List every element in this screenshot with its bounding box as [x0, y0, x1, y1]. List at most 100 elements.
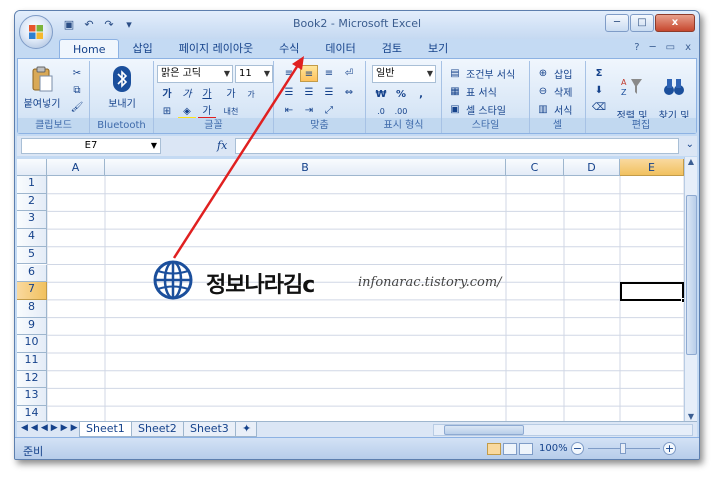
save-icon[interactable]: ▣ [61, 18, 77, 32]
tab-insert[interactable]: 삽입 [119, 39, 165, 59]
row-header[interactable]: 1 [17, 176, 47, 194]
number-format-select[interactable]: 일반 ▼ [372, 65, 436, 83]
insert-sheet-icon[interactable]: ✦ [235, 422, 257, 437]
column-header-c[interactable]: C [506, 159, 564, 176]
format-cells-button[interactable]: ▥ 서식 [534, 101, 572, 118]
zoom-out-button[interactable]: − [571, 442, 584, 455]
help-icon[interactable]: ? [634, 42, 639, 53]
sheet-tab-1[interactable]: Sheet1 [79, 422, 132, 437]
grow-font-button[interactable]: 가 [222, 86, 240, 103]
close-button[interactable]: x [655, 14, 695, 32]
align-center-icon[interactable]: ☰ [300, 84, 318, 101]
delete-cells-label: 삭제 [554, 88, 573, 99]
percent-button[interactable]: % [392, 86, 410, 103]
merge-center-icon[interactable]: ⇔ [340, 84, 358, 101]
expand-formula-bar-icon[interactable]: ⌄ [686, 139, 694, 150]
clear-icon[interactable]: ⌫ [590, 99, 608, 116]
underline-button[interactable]: 가 [198, 86, 216, 103]
row-header[interactable]: 12 [17, 370, 47, 389]
column-header-b[interactable]: B [105, 159, 506, 176]
fill-icon[interactable]: ⬇ [590, 82, 608, 99]
row-header[interactable]: 9 [17, 317, 47, 336]
vertical-scrollbar[interactable]: ▲ ▼ [684, 157, 697, 421]
align-middle-icon[interactable]: ≡ [300, 65, 318, 82]
font-name-select[interactable]: 맑은 고딕 ▼ [157, 65, 233, 83]
align-left-icon[interactable]: ☰ [280, 84, 298, 101]
vertical-scroll-thumb[interactable] [686, 195, 697, 355]
format-painter-icon[interactable]: 🖌 [68, 99, 86, 116]
copy-icon[interactable]: ⧉ [68, 82, 86, 99]
sheet-navigation-arrows[interactable]: ◀◀◀▶▶▶ [21, 423, 81, 433]
cut-icon[interactable]: ✂ [68, 65, 86, 82]
normal-view-icon[interactable] [487, 443, 501, 455]
align-top-icon[interactable]: ≡ [280, 65, 298, 82]
currency-button[interactable]: ₩ [372, 86, 390, 103]
shrink-font-button[interactable]: 가 [242, 86, 260, 103]
tab-page-layout[interactable]: 페이지 레이아웃 [166, 39, 266, 59]
tab-home[interactable]: Home [59, 39, 120, 59]
minimize-button[interactable]: ─ [605, 14, 629, 32]
row-header[interactable]: 3 [17, 211, 47, 230]
table-icon: ▦ [450, 86, 460, 97]
formula-input[interactable] [235, 138, 679, 154]
sheet-tab-3[interactable]: Sheet3 [183, 422, 236, 437]
tab-review[interactable]: 검토 [369, 39, 415, 59]
sheet-tab-2[interactable]: Sheet2 [131, 422, 184, 437]
align-right-icon[interactable]: ☰ [320, 84, 338, 101]
align-bottom-icon[interactable]: ≡ [320, 65, 338, 82]
conditional-format-button[interactable]: ▤ 조건부 서식 [446, 65, 515, 82]
row-header[interactable]: 13 [17, 388, 47, 407]
format-as-table-button[interactable]: ▦ 표 서식 [446, 83, 497, 100]
row-header[interactable]: 6 [17, 264, 47, 283]
scroll-up-icon[interactable]: ▲ [685, 157, 697, 166]
redo-icon[interactable]: ↷ [101, 18, 117, 32]
page-layout-view-icon[interactable] [503, 443, 517, 455]
row-header[interactable]: 11 [17, 353, 47, 371]
row-header-selected[interactable]: 7 [17, 282, 47, 300]
autosum-button[interactable]: Σ [590, 65, 608, 82]
workbook-close-button[interactable]: x [685, 42, 691, 53]
select-all-corner[interactable] [17, 159, 47, 176]
bold-button[interactable]: 가 [158, 86, 176, 103]
zoom-level[interactable]: 100% [539, 443, 568, 454]
increase-indent-icon[interactable]: ⇥ [300, 102, 318, 119]
delete-cells-button[interactable]: ⊖ 삭제 [534, 83, 573, 100]
tab-data[interactable]: 데이터 [312, 39, 368, 59]
scroll-down-icon[interactable]: ▼ [685, 412, 697, 421]
zoom-in-button[interactable]: + [663, 442, 676, 455]
tab-view[interactable]: 보기 [415, 39, 461, 59]
wrap-text-icon[interactable]: ⏎ [340, 65, 358, 82]
undo-icon[interactable]: ↶ [81, 18, 97, 32]
name-box[interactable]: E7 ▼ [21, 138, 161, 154]
orientation-icon[interactable]: ⤢ [320, 102, 338, 119]
font-size-select[interactable]: 11 ▼ [235, 65, 273, 83]
customize-qat-button[interactable]: ▾ [121, 18, 137, 32]
workbook-minimize-button[interactable]: ─ [650, 42, 656, 53]
decrease-indent-icon[interactable]: ⇤ [280, 102, 298, 119]
horizontal-scroll-thumb[interactable] [444, 425, 524, 435]
row-header[interactable]: 5 [17, 246, 47, 265]
insert-function-button[interactable]: fx [217, 139, 227, 152]
column-header-e[interactable]: E [620, 159, 684, 176]
active-cell-e7[interactable] [620, 282, 684, 303]
page-break-view-icon[interactable] [519, 443, 533, 455]
insert-cells-button[interactable]: ⊕ 삽입 [534, 65, 573, 82]
cell-styles-button[interactable]: ▣ 셀 스타일 [446, 101, 506, 118]
office-button[interactable] [19, 15, 53, 49]
comma-button[interactable]: , [412, 86, 430, 103]
row-header[interactable]: 14 [17, 406, 47, 421]
column-header-d[interactable]: D [564, 159, 620, 176]
row-header[interactable]: 2 [17, 193, 47, 212]
row-header[interactable]: 10 [17, 335, 47, 353]
horizontal-scrollbar[interactable] [433, 424, 693, 436]
italic-button[interactable]: 가 [178, 86, 196, 103]
zoom-slider-thumb[interactable] [620, 443, 626, 454]
column-header-a[interactable]: A [47, 159, 105, 176]
workbook-restore-button[interactable]: ▭ [666, 42, 675, 53]
paste-button[interactable]: 붙여넣기 [22, 65, 62, 110]
row-header[interactable]: 8 [17, 299, 47, 318]
row-header[interactable]: 4 [17, 229, 47, 247]
restore-button[interactable]: □ [630, 14, 654, 32]
tab-formulas[interactable]: 수식 [266, 39, 312, 59]
bluetooth-send-button[interactable]: 보내기 [98, 65, 146, 110]
